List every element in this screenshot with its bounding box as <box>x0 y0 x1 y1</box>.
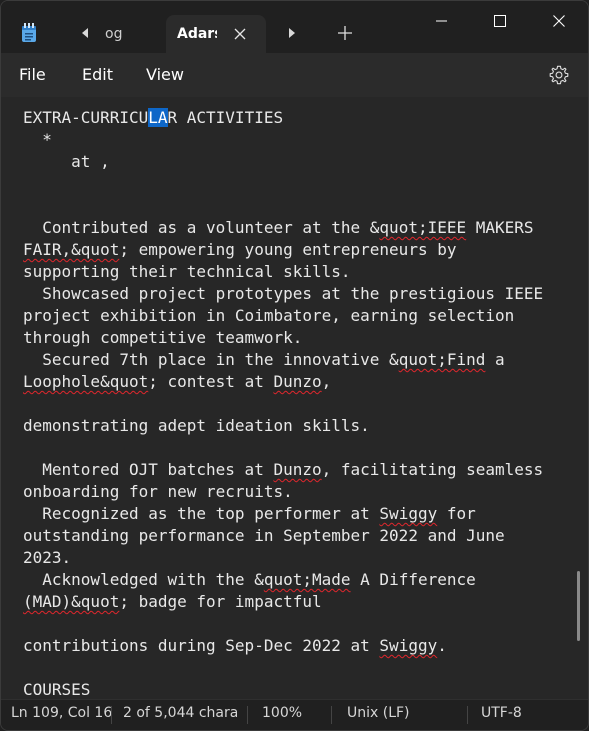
minimize-icon[interactable] <box>419 9 465 33</box>
status-divider <box>111 706 112 724</box>
editor-line: COURSES <box>23 680 91 699</box>
editor-line: 2023. <box>23 548 72 567</box>
editor-line: Recognized as the top performer at Swigg… <box>23 504 476 523</box>
tab-label: og <box>105 26 123 42</box>
menu-edit[interactable]: Edit <box>82 53 113 97</box>
editor-line: supporting their technical skills. <box>23 262 351 281</box>
caret-left-icon[interactable] <box>75 23 95 43</box>
status-divider <box>331 706 332 724</box>
status-divider <box>247 706 248 724</box>
tab-og[interactable]: og <box>105 15 155 53</box>
editor-line: Secured 7th place in the innovative &quo… <box>23 350 505 369</box>
line-ending[interactable]: Unix (LF) <box>347 700 410 730</box>
editor-line: outstanding performance in September 202… <box>23 526 505 545</box>
menu-view[interactable]: View <box>146 53 184 97</box>
encoding[interactable]: UTF-8 <box>481 700 522 730</box>
editor-line: FAIR,&quot; empowering young entrepreneu… <box>23 240 457 259</box>
editor-text[interactable]: EXTRA-CURRICULAR ACTIVITIES * at , Contr… <box>23 107 543 699</box>
editor-line: Loophole&quot; contest at Dunzo, <box>23 372 332 391</box>
menu-file[interactable]: File <box>19 53 46 97</box>
editor-line: Acknowledged with the &quot;Made A Diffe… <box>23 570 476 589</box>
editor-line: Showcased project prototypes at the pres… <box>23 284 544 303</box>
editor-line: onboarding for new recruits. <box>23 482 293 501</box>
editor-line: Contributed as a volunteer at the &quot;… <box>23 218 534 237</box>
editor-line: EXTRA-CURRICULAR ACTIVITIES <box>23 108 284 127</box>
cursor-position[interactable]: Ln 109, Col 16 <box>11 700 112 730</box>
text-selection: LA <box>148 108 168 127</box>
editor-line: (MAD)&quot; badge for impactful <box>23 592 322 611</box>
editor-line: Mentored OJT batches at Dunzo, facilitat… <box>23 460 544 479</box>
maximize-icon[interactable] <box>477 9 523 33</box>
editor-line: contributions during Sep-Dec 2022 at Swi… <box>23 636 447 655</box>
tab-adars[interactable]: Adars <box>166 15 266 53</box>
gear-icon[interactable] <box>548 64 570 86</box>
text-editor[interactable]: EXTRA-CURRICULAR ACTIVITIES * at , Contr… <box>1 97 588 699</box>
tab-label: Adars <box>177 26 217 42</box>
vertical-scrollbar[interactable] <box>577 571 580 641</box>
plus-icon[interactable] <box>335 23 355 43</box>
caret-right-icon[interactable] <box>282 23 302 43</box>
close-window-icon[interactable] <box>536 9 582 33</box>
editor-line: at , <box>23 152 110 171</box>
notepad-icon <box>21 23 37 43</box>
character-count: 2 of 5,044 charac <box>123 705 237 721</box>
close-icon[interactable] <box>232 15 248 53</box>
title-bar: og Adars <box>1 1 588 53</box>
editor-line: demonstrating adept ideation skills. <box>23 416 370 435</box>
editor-line: project exhibition in Coimbatore, earnin… <box>23 306 515 325</box>
notepad-window: og Adars File Edit View <box>0 0 589 731</box>
status-divider <box>467 706 468 724</box>
editor-line: through competitive teamwork. <box>23 328 303 347</box>
status-bar: Ln 109, Col 16 2 of 5,044 charac 100% Un… <box>1 699 588 730</box>
editor-line: * <box>23 130 52 149</box>
zoom-level[interactable]: 100% <box>262 700 302 730</box>
menu-bar: File Edit View <box>1 53 588 97</box>
